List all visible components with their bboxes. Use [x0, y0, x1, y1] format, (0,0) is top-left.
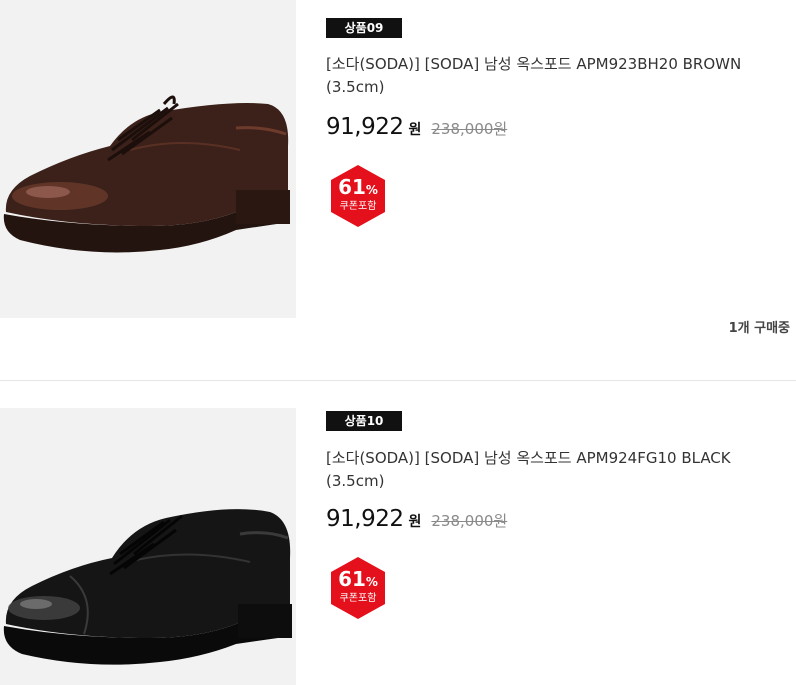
black-oxford-shoe-image	[3, 509, 293, 665]
original-price: 238,000원	[431, 512, 508, 530]
price-row: 91,922 원 238,000원	[326, 114, 507, 140]
product-image[interactable]	[0, 0, 296, 318]
sale-price: 91,922	[326, 114, 404, 140]
product-number-badge: 상품09	[326, 18, 402, 38]
product-number-badge: 상품10	[326, 411, 402, 431]
price-unit: 원	[408, 514, 422, 530]
product-card[interactable]: 상품10 [소다(SODA)] [SODA] 남성 옥스포드 APM924FG1…	[0, 381, 796, 685]
original-price: 238,000원	[431, 120, 508, 138]
price-row: 91,922 원 238,000원	[326, 506, 507, 532]
discount-percent: 61%	[338, 175, 378, 199]
product-image[interactable]	[0, 408, 296, 685]
discount-note: 쿠폰포함	[339, 593, 377, 604]
product-card[interactable]: 상품09 [소다(SODA)] [SODA] 남성 옥스포드 APM923BH2…	[0, 0, 796, 380]
discount-badge: 61% 쿠폰포함	[326, 556, 390, 620]
purchase-count: 1개 구매중	[728, 321, 790, 336]
brown-oxford-shoe-image	[3, 95, 291, 253]
product-title[interactable]: [소다(SODA)] [SODA] 남성 옥스포드 APM924FG10 BLA…	[326, 447, 766, 493]
price-unit: 원	[408, 122, 422, 138]
discount-badge: 61% 쿠폰포함	[326, 164, 390, 228]
discount-percent: 61%	[338, 567, 378, 591]
discount-note: 쿠폰포함	[339, 201, 377, 212]
sale-price: 91,922	[326, 506, 404, 532]
product-title[interactable]: [소다(SODA)] [SODA] 남성 옥스포드 APM923BH20 BRO…	[326, 53, 766, 99]
